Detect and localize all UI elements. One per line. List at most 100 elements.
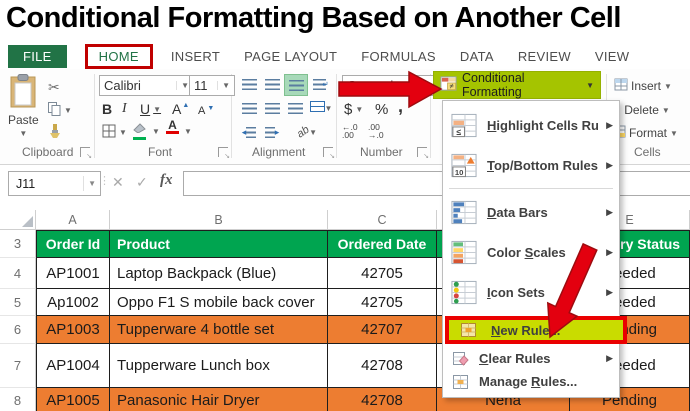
copy-button[interactable]: ▼ (48, 100, 72, 120)
cell-A8[interactable]: AP1005 (36, 388, 110, 411)
name-box-dropdown-arrow: ▼ (83, 176, 100, 191)
menu-item-clear-rules[interactable]: Clear Rules ▶ (443, 347, 619, 370)
row-header-4[interactable]: 4 (0, 258, 36, 289)
cell-B3[interactable]: Product (110, 230, 328, 258)
decrease-font-size-button[interactable]: A ▼ (198, 101, 214, 121)
cell-A6[interactable]: AP1003 (36, 316, 110, 344)
orientation-button[interactable]: ab ▼ (292, 122, 322, 142)
ribbon-tab-data[interactable]: DATA (460, 49, 494, 64)
align-middle-button[interactable] (261, 74, 283, 94)
bold-button[interactable]: B (102, 99, 112, 119)
decrease-decimal-button[interactable]: .00 →.0 (368, 121, 384, 141)
icon-sets-icon (449, 279, 479, 306)
insert-cells-icon (614, 78, 628, 94)
format-cells-button[interactable]: Format ▼ (612, 123, 678, 143)
ribbon-tab-home[interactable]: HOME (84, 44, 153, 69)
align-left-button[interactable] (238, 98, 260, 118)
align-right-button[interactable] (284, 98, 306, 118)
number-format-combo[interactable]: General ▼ (342, 75, 434, 96)
menu-item-highlight-cells-rules[interactable]: ≤ Highlight Cells Rules ▶ (443, 105, 619, 145)
ribbon-tab-review[interactable]: REVIEW (518, 49, 571, 64)
row-header-5[interactable]: 5 (0, 289, 36, 316)
alignment-dialog-launcher-icon[interactable] (323, 147, 335, 160)
column-header-A[interactable]: A (36, 210, 110, 230)
paste-dropdown-arrow: ▼ (19, 129, 28, 138)
cell-B7[interactable]: Tupperware Lunch box (110, 344, 328, 388)
cell-A7[interactable]: AP1004 (36, 344, 110, 388)
align-bottom-button[interactable] (284, 74, 308, 96)
currency-format-button[interactable]: $ ▼ (344, 99, 363, 119)
cell-C4[interactable]: 42705 (328, 258, 437, 289)
ribbon-tab-insert[interactable]: INSERT (171, 49, 220, 64)
enter-formula-button[interactable]: ✓ (136, 174, 148, 191)
column-header-C[interactable]: C (328, 210, 437, 230)
underline-button[interactable]: U ▼ (140, 99, 161, 119)
merge-center-button[interactable]: ▼ (307, 98, 335, 118)
increase-indent-button[interactable]: ▸ (261, 122, 283, 142)
conditional-formatting-button[interactable]: ≠ Conditional Formatting ▼ (433, 71, 601, 99)
row-header-3[interactable]: 3 (0, 230, 36, 258)
font-color-dropdown[interactable]: ▼ (184, 121, 192, 141)
number-dialog-launcher-icon[interactable] (417, 147, 429, 160)
fill-color-button[interactable] (132, 122, 147, 142)
align-center-button[interactable] (261, 98, 283, 118)
submenu-arrow-icon: ▶ (606, 119, 613, 130)
insert-cells-button[interactable]: Insert ▼ (614, 76, 672, 96)
cell-A5[interactable]: Ap1002 (36, 289, 110, 316)
cell-B5[interactable]: Oppo F1 S mobile back cover (110, 289, 328, 316)
font-name-combo[interactable]: Calibri ▼ (99, 75, 194, 96)
select-all-corner[interactable] (0, 210, 36, 230)
name-box[interactable]: J11 ▼ (8, 171, 101, 196)
select-all-triangle-icon (22, 216, 33, 227)
cell-B8[interactable]: Panasonic Hair Dryer (110, 388, 328, 411)
cell-C7[interactable]: 42708 (328, 344, 437, 388)
ribbon-tab-view[interactable]: VIEW (595, 49, 629, 64)
cell-C8[interactable]: 42708 (328, 388, 437, 411)
fill-color-dropdown[interactable]: ▼ (152, 121, 160, 141)
format-painter-button[interactable] (48, 122, 61, 142)
alignment-group-label: Alignment (252, 145, 306, 159)
percent-format-button[interactable]: % (375, 99, 388, 119)
row-header-6[interactable]: 6 (0, 316, 36, 344)
font-dialog-launcher-icon[interactable] (218, 147, 230, 160)
menu-item-icon-sets[interactable]: Icon Sets ▶ (443, 272, 619, 312)
cell-B6[interactable]: Tupperware 4 bottle set (110, 316, 328, 344)
wrap-text-button[interactable]: ↵ (310, 74, 332, 94)
menu-item-new-rule[interactable]: New Rule... (445, 316, 627, 344)
italic-button[interactable]: I (122, 99, 127, 119)
ribbon-tab-page-layout[interactable]: PAGE LAYOUT (244, 49, 337, 64)
menu-item-top-bottom-rules[interactable]: 10 Top/Bottom Rules ▶ (443, 145, 619, 185)
font-color-button[interactable]: A (166, 119, 179, 140)
insert-function-button[interactable]: fx (160, 172, 173, 189)
format-dropdown-arrow: ▼ (670, 128, 678, 138)
cell-C6[interactable]: 42707 (328, 316, 437, 344)
delete-cells-button[interactable]: ✕ Delete▼ (612, 100, 670, 120)
chevron-down-icon: ▼ (176, 81, 189, 90)
page-title: Conditional Formatting Based on Another … (6, 2, 621, 34)
row-header-8[interactable]: 8 (0, 388, 36, 411)
cell-C5[interactable]: 42705 (328, 289, 437, 316)
cell-B4[interactable]: Laptop Backpack (Blue) (110, 258, 328, 289)
paste-button[interactable]: Paste ▼ (8, 74, 39, 138)
delete-label: Delete (624, 103, 659, 117)
ribbon-tab-formulas[interactable]: FORMULAS (361, 49, 436, 64)
ribbon-tab-file[interactable]: FILE (8, 45, 67, 68)
increase-font-size-button[interactable]: A ▲ (172, 99, 189, 119)
clipboard-dialog-launcher-icon[interactable] (80, 147, 92, 160)
comma-format-button[interactable]: , (398, 96, 403, 116)
cut-button[interactable]: ✂ (48, 77, 60, 97)
menu-item-data-bars[interactable]: Data Bars ▶ (443, 192, 619, 232)
column-header-B[interactable]: B (110, 210, 328, 230)
borders-button[interactable]: ▼ (102, 122, 127, 142)
cell-A3[interactable]: Order Id (36, 230, 110, 258)
align-top-button[interactable] (238, 74, 260, 94)
cancel-formula-button[interactable]: ✕ (112, 174, 124, 191)
cell-C3[interactable]: Ordered Date (328, 230, 437, 258)
row-header-7[interactable]: 7 (0, 344, 36, 388)
decrease-indent-button[interactable]: ◂ (238, 122, 260, 142)
font-size-combo[interactable]: 11 ▼ (189, 75, 235, 96)
menu-item-color-scales[interactable]: Color Scales ▶ (443, 232, 619, 272)
cell-A4[interactable]: AP1001 (36, 258, 110, 289)
increase-decimal-button[interactable]: ←.0.00 (342, 121, 358, 141)
menu-item-manage-rules[interactable]: Manage Rules... (443, 370, 619, 393)
